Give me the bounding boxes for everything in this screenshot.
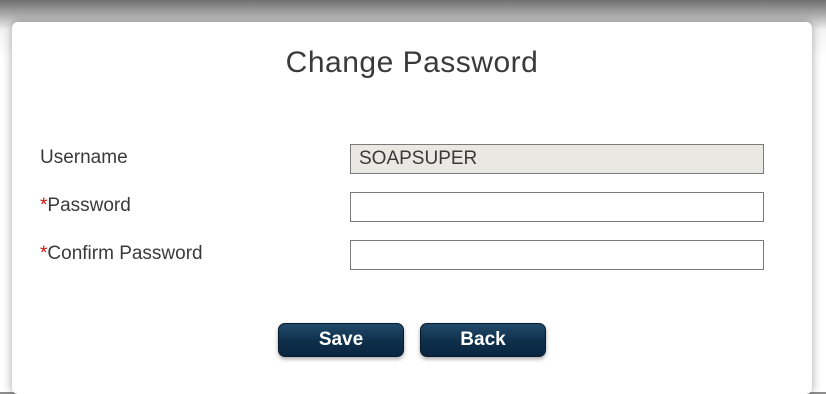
password-label-text: Password — [47, 195, 131, 216]
password-field[interactable] — [350, 192, 764, 222]
username-label: Username — [40, 147, 128, 169]
change-password-dialog: Change Password Username *Password *Conf… — [12, 22, 812, 394]
confirm-password-field[interactable] — [350, 240, 764, 270]
password-label: *Password — [40, 195, 131, 217]
save-button[interactable]: Save — [278, 323, 404, 357]
username-field[interactable] — [350, 144, 764, 174]
back-button[interactable]: Back — [420, 323, 546, 357]
confirm-password-label: *Confirm Password — [40, 243, 203, 265]
confirm-password-label-text: Confirm Password — [47, 243, 203, 264]
username-label-text: Username — [40, 147, 128, 168]
dialog-title: Change Password — [285, 46, 539, 79]
